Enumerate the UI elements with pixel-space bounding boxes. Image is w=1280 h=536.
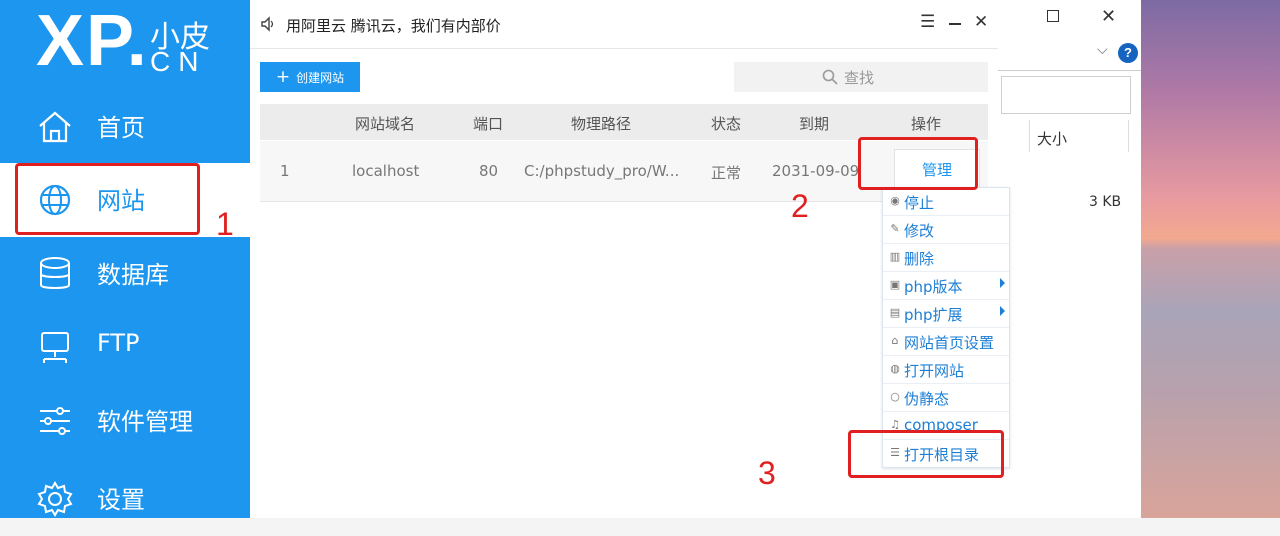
table-header: 网站域名 端口 物理路径 状态 到期 操作 [260, 104, 988, 140]
annotation-number-1: 1 [216, 206, 234, 242]
menu-item-php-version[interactable]: ▣ php版本 [883, 272, 1009, 300]
sidebar-item-label: 设置 [97, 486, 145, 514]
database-icon [40, 257, 70, 289]
trash-icon: ▥ [889, 250, 901, 263]
sidebar-item-label: FTP [97, 329, 140, 357]
menu-item-open-website[interactable]: ◍ 打开网站 [883, 356, 1009, 384]
sidebar-item-home[interactable]: 首页 [0, 90, 250, 164]
menu-item-label: 删除 [904, 250, 935, 268]
edit-icon: ✎ [890, 222, 900, 235]
create-website-label: 创建网站 [296, 71, 345, 85]
menu-item-label: 网站首页设置 [904, 334, 995, 352]
menu-item-rewrite[interactable]: ○ 伪静态 [883, 384, 1009, 412]
column-divider [1128, 120, 1129, 152]
menu-item-label: 停止 [904, 194, 935, 212]
help-icon[interactable]: ? [1118, 43, 1138, 63]
sidebar-item-label: 软件管理 [97, 408, 193, 436]
minimize-icon[interactable] [949, 23, 961, 25]
home-icon: ⌂ [891, 334, 899, 347]
sidebar-item-label: 数据库 [97, 261, 169, 289]
row-expiry: 2031-09-09 [772, 162, 860, 180]
gear-icon [37, 481, 73, 517]
annotation-box-1 [15, 163, 200, 235]
column-header-action: 操作 [911, 115, 942, 133]
menu-item-edit[interactable]: ✎ 修改 [883, 216, 1009, 244]
globe-icon: ◍ [890, 362, 900, 375]
annotation-number-2: 2 [791, 188, 809, 224]
menu-item-label: php扩展 [904, 306, 963, 324]
annotation-number-3: 3 [758, 455, 776, 491]
row-index: 1 [280, 162, 290, 180]
sidebar-item-ftp[interactable]: FTP [0, 311, 250, 385]
file-explorer-window: ✕ ⌵ 大小 3 KB [990, 0, 1141, 518]
file-size-value: 3 KB [1089, 194, 1122, 210]
menu-item-homepage-settings[interactable]: ⌂ 网站首页设置 [883, 328, 1009, 356]
logo-xp: XP. [36, 1, 149, 81]
php-version-icon: ▣ [889, 278, 901, 291]
sidebar-item-software[interactable]: 软件管理 [0, 384, 250, 458]
column-header-domain[interactable]: 网站域名 [355, 113, 415, 134]
search-icon [822, 69, 838, 85]
php-extension-icon: ▤ [889, 306, 901, 319]
row-status: 正常 [711, 164, 742, 182]
annotation-box-3 [848, 430, 1004, 478]
rewrite-icon: ○ [890, 390, 900, 403]
search-input[interactable]: 查找 [734, 62, 988, 92]
title-bar: 用阿里云 腾讯云，我们有内部价 ☰ ✕ [250, 0, 998, 49]
close-icon[interactable]: ✕ [974, 12, 988, 32]
close-icon[interactable]: ✕ [1101, 6, 1116, 27]
row-domain: localhost [352, 162, 420, 180]
sidebar-item-settings[interactable]: 设置 [0, 462, 250, 536]
desktop-wallpaper [1140, 0, 1280, 518]
sidebar-item-label: 首页 [97, 114, 145, 142]
row-port: 80 [479, 162, 499, 180]
annotation-box-2 [858, 137, 978, 190]
plus-icon: + [275, 67, 291, 87]
stop-icon: ◉ [890, 194, 900, 207]
address-input[interactable] [1001, 76, 1131, 114]
ftp-icon [41, 332, 69, 363]
column-header-port[interactable]: 端口 [473, 113, 503, 134]
window-title: 用阿里云 腾讯云，我们有内部价 [286, 17, 501, 35]
menu-item-php-extension[interactable]: ▤ php扩展 [883, 300, 1009, 328]
speaker-icon [261, 16, 274, 32]
maximize-icon[interactable] [1047, 10, 1059, 22]
column-header-path[interactable]: 物理路径 [571, 113, 631, 134]
column-divider [1029, 120, 1030, 152]
row-path: C:/phpstudy_pro/W... [524, 162, 680, 180]
manage-dropdown-menu: ◉ 停止 ✎ 修改 ▥ 删除 ▣ php版本 ▤ php扩展 ⌂ 网站首页设置 ◍ 打开网站 … [882, 187, 1010, 468]
sidebar: XP. 小皮 CN 首页 网站 数据库 FTP 软件管理 设置 [0, 0, 250, 518]
menu-icon[interactable]: ☰ [920, 12, 935, 32]
menu-item-label: 伪静态 [904, 390, 950, 408]
menu-item-stop[interactable]: ◉ 停止 [883, 188, 1009, 216]
sidebar-item-database[interactable]: 数据库 [0, 237, 250, 311]
home-icon [39, 111, 71, 143]
menu-item-label: 打开网站 [904, 362, 965, 380]
sliders-icon [40, 407, 70, 435]
submenu-arrow-icon [1000, 278, 1005, 288]
column-header-expiry[interactable]: 到期 [799, 113, 829, 134]
submenu-arrow-icon [1000, 306, 1005, 316]
logo-cn-text: CN [150, 46, 207, 77]
chevron-down-icon[interactable]: ⌵ [1097, 42, 1108, 58]
menu-item-label: php版本 [904, 278, 963, 296]
column-header-size[interactable]: 大小 [1037, 128, 1067, 149]
menu-item-label: 修改 [904, 222, 935, 240]
menu-item-delete[interactable]: ▥ 删除 [883, 244, 1009, 272]
create-website-button[interactable]: + 创建网站 [260, 62, 360, 92]
column-header-status[interactable]: 状态 [711, 113, 741, 134]
search-placeholder: 查找 [844, 69, 875, 87]
